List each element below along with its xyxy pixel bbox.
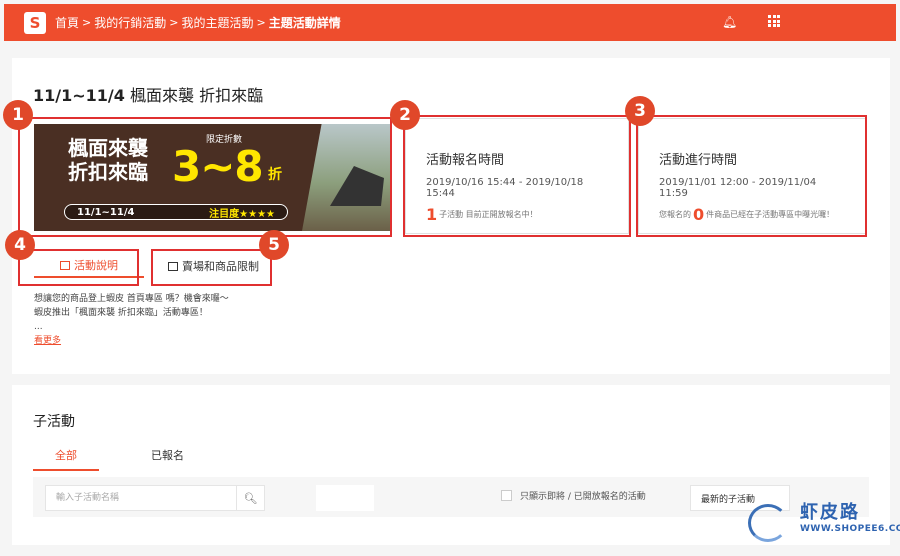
sub-activities-title: 子活動 [33,414,75,430]
filter-dropdown[interactable] [316,485,374,511]
open-only-filter[interactable]: 只顯示即將 / 已開放報名的活動 [501,489,646,502]
callout-badge-2: 2 [390,100,420,130]
checkbox[interactable] [501,490,512,501]
page-title: 11/1~11/4 楓面來襲 折扣來臨 [33,82,263,106]
tab-all[interactable]: 全部 [33,443,99,471]
search-box: 🔍︎ [45,485,265,511]
callout-frame-5 [151,249,272,286]
callout-frame-4 [18,249,139,286]
top-navigation-bar: S 首頁 > 我的行銷活動 > 我的主題活動 > 主題活動詳情 🔔︎ [4,4,896,41]
callout-badge-5: 5 [259,230,289,260]
campaign-title-name: 楓面來襲 折扣來臨 [129,86,264,105]
sub-activity-search-input[interactable] [46,486,236,510]
breadcrumb-separator: > [256,16,266,29]
apps-grid-icon[interactable] [768,15,780,27]
watermark-url: WWW.SHOPEE6.COM [800,524,900,534]
callout-frame-2 [403,115,631,237]
campaign-title-dates: 11/1~11/4 [33,86,125,105]
breadcrumb-home[interactable]: 首頁 [55,14,79,31]
description-line: 想讓您的商品登上蝦皮 首頁專區 嗎？機會來囉～ [34,294,229,304]
dragon-logo-icon [748,504,788,542]
shopee-logo-icon[interactable]: S [24,11,46,34]
tab-registered[interactable]: 已報名 [129,443,206,471]
breadcrumb-marketing[interactable]: 我的行銷活動 [94,14,166,31]
bell-icon[interactable]: 🔔︎ [722,15,737,29]
activity-description: 想讓您的商品登上蝦皮 首頁專區 嗎？機會來囉～ 蝦皮推出「楓面來襲 折扣來臨」活… [34,292,294,348]
filter-bar: 🔍︎ 只顯示即將 / 已開放報名的活動 最新的子活動 [33,477,869,517]
breadcrumb-separator: > [169,16,179,29]
breadcrumb-separator: > [82,16,92,29]
watermark: 虾皮路 WWW.SHOPEE6.COM [748,494,900,554]
see-more-link[interactable]: 看更多 [34,334,294,348]
callout-badge-1: 1 [3,100,33,130]
description-line: 蝦皮推出「楓面來襲 折扣來臨」活動專區！ [34,308,208,318]
breadcrumb-current: 主題活動詳情 [268,16,341,30]
callout-frame-1 [18,117,392,237]
breadcrumb: 首頁 > 我的行銷活動 > 我的主題活動 > 主題活動詳情 [55,14,341,31]
watermark-name: 虾皮路 [800,502,860,523]
breadcrumb-theme-activities[interactable]: 我的主題活動 [181,14,253,31]
sub-activities-tabs: 全部 已報名 [33,443,206,471]
search-icon[interactable]: 🔍︎ [236,486,264,510]
callout-badge-3: 3 [625,96,655,126]
description-ellipsis: ... [34,322,43,332]
checkbox-label: 只顯示即將 / 已開放報名的活動 [520,492,646,502]
callout-badge-4: 4 [5,230,35,260]
callout-frame-3 [636,115,867,237]
